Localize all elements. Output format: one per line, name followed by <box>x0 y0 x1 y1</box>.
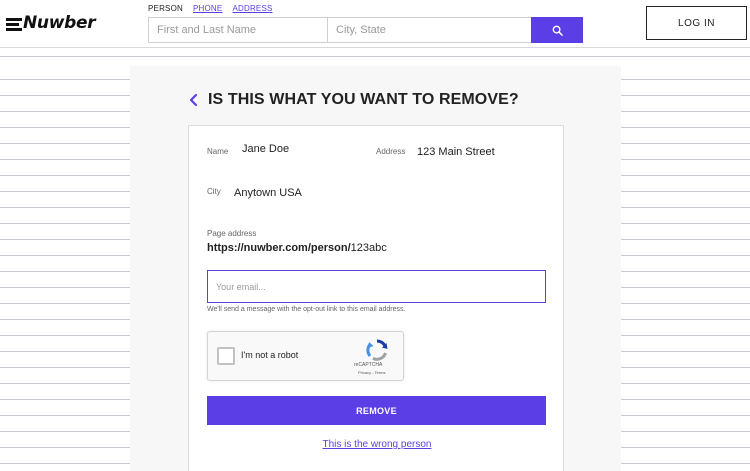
search-bar <box>148 17 583 43</box>
name-value: Jane Doe <box>242 143 290 155</box>
recaptcha-logo-icon <box>366 339 388 361</box>
email-input[interactable] <box>207 270 546 303</box>
name-label: Name <box>207 147 229 156</box>
tab-address[interactable]: ADDRESS <box>232 4 272 13</box>
not-robot-label: I'm not a robot <box>241 350 299 360</box>
email-helper-text: We'll send a message with the opt-out li… <box>207 306 406 313</box>
not-robot-checkbox[interactable] <box>217 347 235 365</box>
top-nav: Nuwber PERSON PHONE ADDRESS LOG IN <box>0 0 750 48</box>
recaptcha-brand: reCAPTCHA <box>354 362 383 368</box>
recaptcha-widget: I'm not a robot reCAPTCHA Privacy - Term… <box>207 331 404 381</box>
address-value: 123 Main Street <box>417 146 495 158</box>
search-button[interactable] <box>531 17 583 43</box>
page-address-value: https://nuwber.com/person/123abc <box>207 242 387 254</box>
removal-panel: IS THIS WHAT YOU WANT TO REMOVE? Name Ja… <box>130 66 621 471</box>
tab-phone[interactable]: PHONE <box>193 4 222 13</box>
wrong-person-link[interactable]: This is the wrong person <box>189 439 565 450</box>
tab-person[interactable]: PERSON <box>148 4 183 13</box>
page-address-label: Page address <box>207 229 257 238</box>
page-address-id: 123abc <box>350 242 387 254</box>
recaptcha-links[interactable]: Privacy - Terms <box>358 370 385 375</box>
city-value: Anytown USA <box>234 187 302 199</box>
chevron-left-icon[interactable] <box>187 93 199 107</box>
search-type-tabs: PERSON PHONE ADDRESS <box>148 4 273 13</box>
search-icon <box>552 25 563 36</box>
page-address-base: https://nuwber.com/person/ <box>207 242 351 254</box>
nuwber-logo[interactable]: Nuwber <box>6 12 96 34</box>
page-title: IS THIS WHAT YOU WANT TO REMOVE? <box>208 91 519 108</box>
logo-mark-icon <box>6 17 22 31</box>
address-label: Address <box>376 147 406 156</box>
logo-text: Nuwber <box>23 13 96 33</box>
record-card: Name Jane Doe Address 123 Main Street Ci… <box>188 125 564 471</box>
remove-button[interactable]: REMOVE <box>207 396 546 425</box>
login-button[interactable]: LOG IN <box>646 6 747 40</box>
city-state-input[interactable] <box>328 18 531 42</box>
name-search-input[interactable] <box>149 18 328 42</box>
city-label: City <box>207 187 221 196</box>
